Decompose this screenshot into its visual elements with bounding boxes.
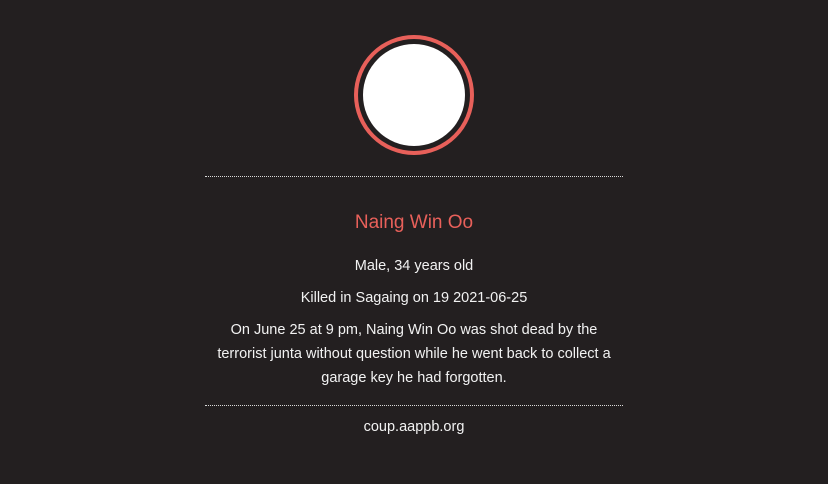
victim-name: Naing Win Oo — [354, 212, 474, 233]
gender-age-text: Male, 34 years old — [354, 258, 474, 274]
top-divider — [205, 176, 623, 177]
avatar-border — [358, 39, 470, 151]
avatar-photo — [363, 44, 465, 146]
avatar — [354, 35, 474, 155]
story-text: On June 25 at 9 pm, Naing Win Oo was sho… — [217, 322, 611, 386]
death-info-text: Killed in Sagaing on 19 2021-06-25 — [300, 290, 528, 306]
source-link[interactable]: coup.aappb.org — [205, 415, 623, 439]
bottom-divider — [205, 405, 623, 406]
